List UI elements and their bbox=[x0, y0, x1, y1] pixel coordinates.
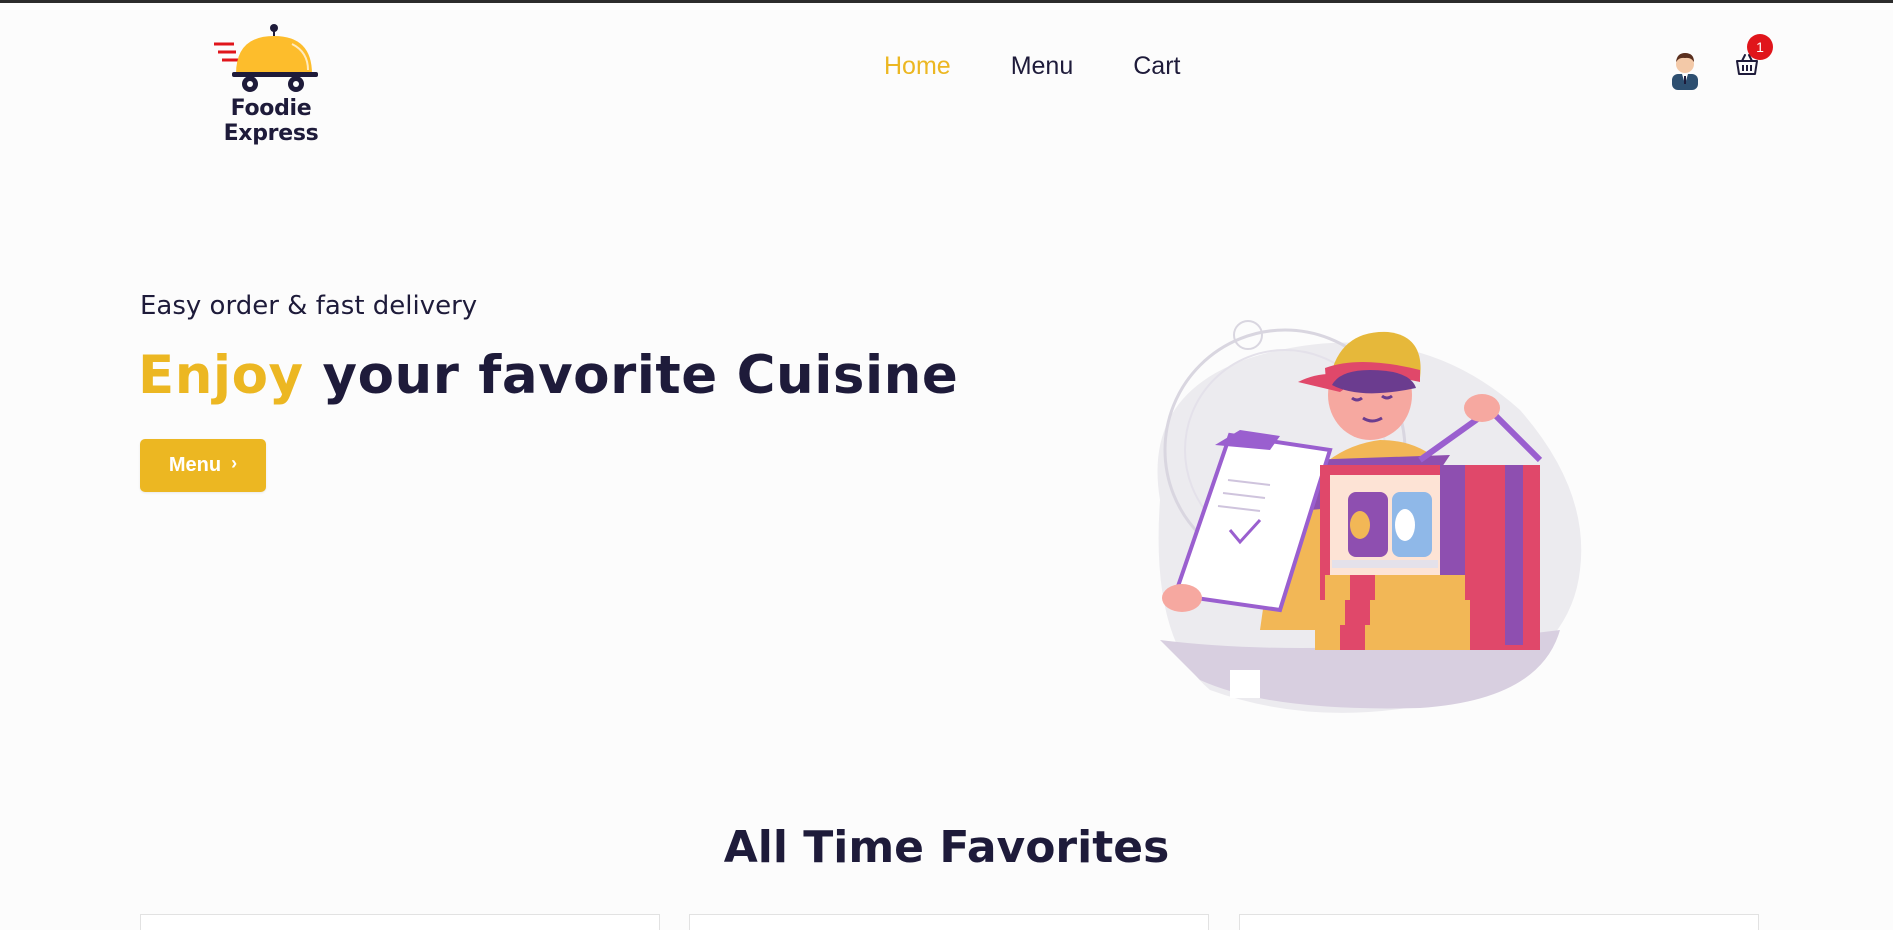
cart-count-badge: 1 bbox=[1747, 34, 1773, 60]
window-top-border bbox=[0, 0, 1893, 3]
brand-logo[interactable]: Foodie Express bbox=[182, 22, 352, 146]
favorite-card[interactable] bbox=[1239, 914, 1759, 930]
hero-subtitle: Easy order & fast delivery bbox=[140, 291, 478, 321]
delivery-cloche-icon bbox=[214, 24, 318, 92]
nav-item-menu[interactable]: Menu bbox=[1011, 52, 1074, 81]
hero-title: Enjoy your favorite Cuisine bbox=[138, 345, 958, 406]
nav-item-cart[interactable]: Cart bbox=[1133, 52, 1180, 81]
hero-title-rest: your favorite Cuisine bbox=[303, 345, 959, 406]
favorites-section-title: All Time Favorites bbox=[723, 822, 1170, 873]
hero-menu-button-label: Menu bbox=[168, 454, 222, 476]
nav-item-home[interactable]: Home bbox=[884, 52, 951, 81]
favorite-card[interactable] bbox=[689, 914, 1209, 930]
hero-menu-button[interactable]: Menu › bbox=[140, 439, 266, 492]
favorite-card[interactable] bbox=[140, 914, 660, 930]
brand-name: Foodie Express bbox=[223, 96, 319, 146]
user-avatar-icon[interactable] bbox=[1669, 50, 1701, 90]
chevron-right-icon: › bbox=[231, 453, 238, 473]
hero-title-accent: Enjoy bbox=[138, 345, 304, 406]
main-nav: Home Menu Cart bbox=[884, 52, 1240, 81]
delivery-person-illustration bbox=[1120, 300, 1600, 720]
